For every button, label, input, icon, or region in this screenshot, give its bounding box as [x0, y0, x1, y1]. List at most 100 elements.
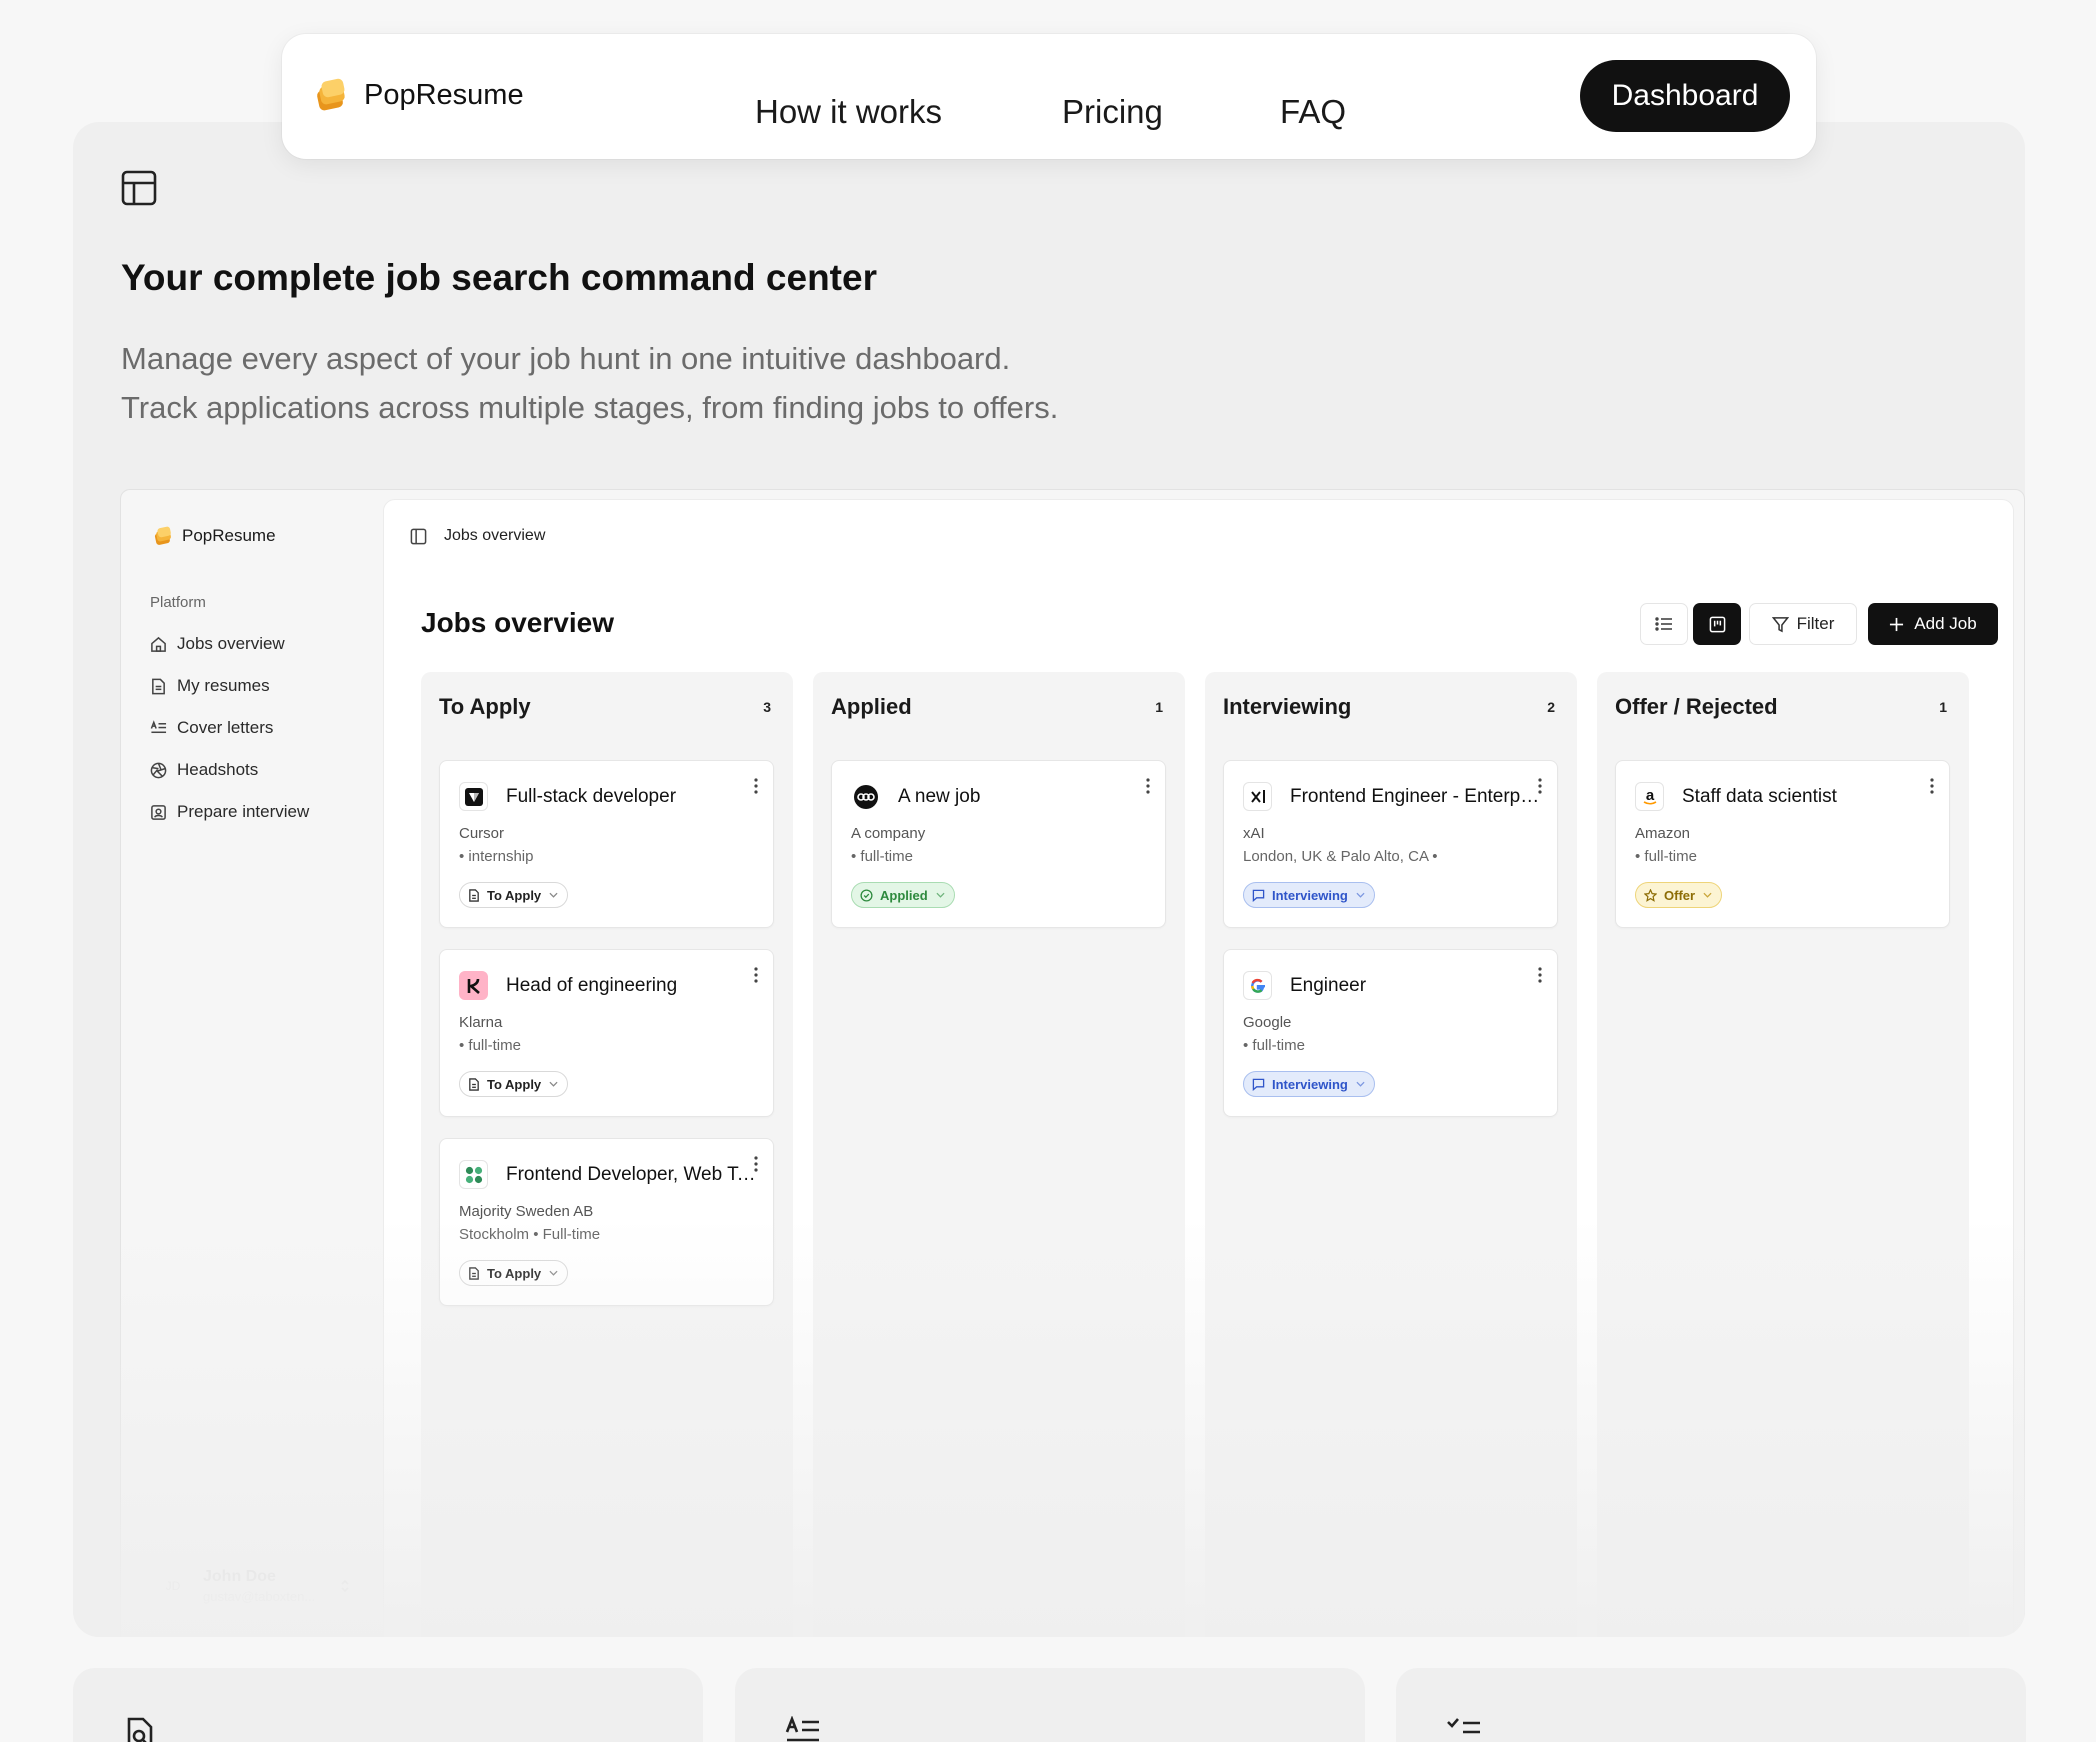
app-brand[interactable]: PopResume	[152, 525, 276, 547]
sidebar-item-my-resumes[interactable]: My resumes	[150, 676, 270, 696]
more-options-icon[interactable]	[1537, 966, 1543, 984]
hero-title: Your complete job search command center	[121, 257, 877, 298]
job-card[interactable]: A new job A company • full-time Applied	[831, 760, 1166, 928]
status-label: Interviewing	[1272, 1076, 1348, 1092]
job-meta: • full-time	[851, 848, 913, 865]
user-account[interactable]: JD John Doe gustav@taboxten...	[159, 1568, 351, 1604]
job-meta: Stockholm • Full-time	[459, 1226, 601, 1243]
breadcrumb: Jobs overview	[410, 527, 545, 545]
message-square-icon	[1252, 1078, 1265, 1091]
more-options-icon[interactable]	[753, 966, 759, 984]
column-header: To Apply 3	[439, 694, 771, 720]
status-dropdown[interactable]: Offer	[1635, 882, 1723, 908]
kanban-icon	[1709, 616, 1725, 632]
text-lines-icon	[785, 1716, 821, 1742]
hero-subtitle: Manage every aspect of your job hunt in …	[121, 334, 1058, 432]
status-label: To Apply	[487, 887, 542, 903]
more-options-icon[interactable]	[753, 1155, 759, 1173]
job-card[interactable]: Frontend Engineer - Enterprise xAI Londo…	[1223, 760, 1558, 928]
status-dropdown[interactable]: Applied	[851, 882, 955, 908]
sidebar-section-label: Platform	[150, 594, 206, 611]
file-search-icon	[123, 1716, 157, 1742]
abc-logo-icon	[851, 782, 880, 811]
job-meta: • full-time	[1635, 848, 1697, 865]
more-options-icon[interactable]	[1145, 777, 1151, 795]
status-label: Interviewing	[1272, 887, 1348, 903]
home-icon	[151, 636, 166, 652]
feature-card-cover-letters	[735, 1668, 1365, 1742]
chevron-down-icon	[549, 892, 558, 898]
google-logo-icon	[1243, 971, 1272, 1000]
list-view-button[interactable]	[1640, 603, 1688, 645]
cursor-logo-icon	[459, 782, 488, 811]
sidebar-item-jobs-overview[interactable]: Jobs overview	[150, 634, 285, 654]
user-name: John Doe	[203, 1568, 276, 1585]
resume-file-icon	[152, 678, 165, 694]
job-card[interactable]: Head of engineering Klarna • full-time T…	[439, 949, 774, 1117]
sidebar-item-prepare-interview[interactable]: Prepare interview	[150, 802, 309, 822]
sidebar-toggle-icon[interactable]	[410, 528, 427, 545]
check-circle-icon	[860, 888, 873, 902]
board-view-button[interactable]	[1693, 603, 1741, 645]
job-meta: • full-time	[459, 1037, 521, 1054]
nav-link-faq[interactable]: FAQ	[1280, 93, 1346, 131]
company-name: Klarna	[459, 1014, 503, 1031]
xai-logo-icon	[1243, 782, 1272, 811]
chevrons-up-down-icon	[339, 1578, 351, 1594]
avatar: JD	[165, 1579, 181, 1593]
more-options-icon[interactable]	[753, 777, 759, 795]
status-label: Applied	[880, 887, 928, 903]
filter-button[interactable]: Filter	[1749, 603, 1857, 645]
page-title: Jobs overview	[421, 607, 614, 638]
more-options-icon[interactable]	[1537, 777, 1543, 795]
column-title: Offer / Rejected	[1615, 694, 1778, 719]
job-card[interactable]: Frontend Developer, Web Team Majority Sw…	[439, 1138, 774, 1306]
chevron-down-icon	[1356, 892, 1365, 898]
job-card[interactable]: a Staff data scientist Amazon • full-tim…	[1615, 760, 1950, 928]
status-dropdown[interactable]: To Apply	[459, 1260, 569, 1286]
status-dropdown[interactable]: Interviewing	[1243, 882, 1375, 908]
job-meta: • internship	[459, 848, 534, 865]
status-dropdown[interactable]: Interviewing	[1243, 1071, 1375, 1097]
brand-link[interactable]: PopResume	[312, 76, 524, 114]
popresume-logo-icon	[152, 525, 174, 547]
klarna-logo-icon	[459, 971, 488, 1000]
star-icon	[1644, 888, 1657, 902]
nav-link-how-it-works[interactable]: How it works	[755, 93, 942, 131]
more-options-icon[interactable]	[1929, 777, 1935, 795]
chevron-down-icon	[1356, 1081, 1365, 1087]
status-label: To Apply	[487, 1076, 542, 1092]
column-title: Applied	[831, 694, 912, 719]
user-email: gustav@taboxten...	[203, 1589, 316, 1604]
user-details: John Doe gustav@taboxten...	[203, 1568, 315, 1604]
hero-subtitle-line: Manage every aspect of your job hunt in …	[121, 341, 1011, 376]
job-card[interactable]: Full-stack developer Cursor • internship…	[439, 760, 774, 928]
status-dropdown[interactable]: To Apply	[459, 882, 569, 908]
nav-link-pricing[interactable]: Pricing	[1062, 93, 1163, 131]
job-meta: • full-time	[1243, 1037, 1305, 1054]
hero-panel: Your complete job search command center …	[73, 122, 2025, 1637]
majority-logo-icon	[459, 1160, 488, 1189]
dashboard-button[interactable]: Dashboard	[1580, 60, 1790, 132]
company-name: Google	[1243, 1014, 1292, 1031]
column-offer-rejected: Offer / Rejected 1 a Staff data scientis…	[1597, 672, 1969, 1637]
breadcrumb-current: Jobs overview	[444, 527, 546, 544]
sidebar-item-headshots[interactable]: Headshots	[150, 760, 258, 780]
amazon-logo-icon: a	[1635, 782, 1664, 811]
column-header: Interviewing 2	[1223, 694, 1555, 720]
sidebar-item-cover-letters[interactable]: Cover letters	[150, 718, 273, 738]
add-job-button[interactable]: Add Job	[1868, 603, 1998, 645]
job-meta: London, UK & Palo Alto, CA •	[1243, 848, 1438, 865]
status-dropdown[interactable]: To Apply	[459, 1071, 569, 1097]
jobs-main-pane: Jobs overview Jobs overview Filter Add J…	[383, 499, 2014, 1637]
column-count: 2	[1547, 699, 1555, 715]
column-applied: Applied 1 A new job A company • full-tim…	[813, 672, 1185, 1637]
list-icon	[1655, 617, 1672, 631]
plus-icon	[1890, 617, 1904, 631]
company-name: Cursor	[459, 825, 505, 842]
file-icon	[469, 1077, 479, 1091]
column-header: Applied 1	[831, 694, 1163, 720]
chevron-down-icon	[549, 1081, 558, 1087]
column-count: 3	[763, 699, 771, 715]
job-card[interactable]: Engineer Google • full-time Interviewing	[1223, 949, 1558, 1117]
